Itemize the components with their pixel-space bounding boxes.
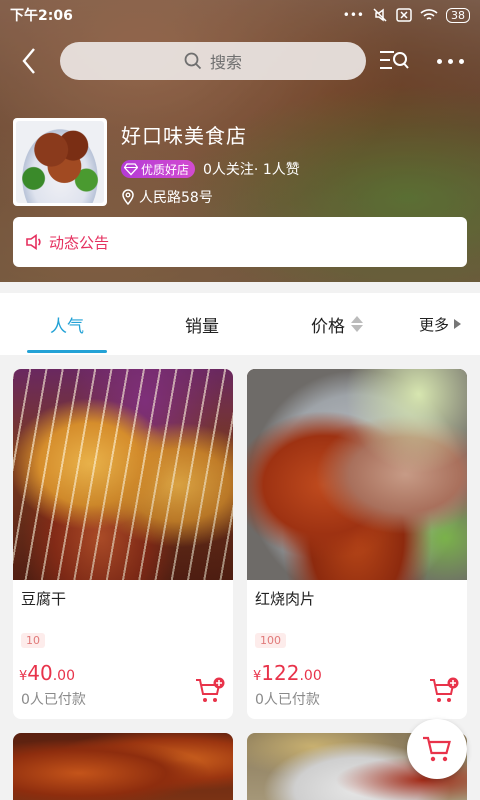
price-integer: 40 — [27, 661, 53, 685]
chevron-left-icon — [22, 48, 35, 74]
store-name: 好口味美食店 — [121, 124, 247, 148]
product-card[interactable]: 豆腐干 10 ¥40.00 0人已付款 — [13, 369, 233, 719]
notification-dots-icon: ••• — [342, 8, 364, 22]
shopping-cart-icon — [423, 736, 451, 762]
wifi-icon — [420, 9, 438, 20]
price-decimal: .00 — [52, 668, 75, 684]
tab-price-label: 价格 — [311, 316, 345, 337]
product-price: ¥40.00 — [19, 661, 75, 685]
more-dot-icon — [447, 58, 453, 64]
tab-popularity-label: 人气 — [50, 316, 84, 337]
search-bar[interactable]: 搜索 — [60, 42, 366, 80]
diamond-icon — [124, 163, 138, 176]
more-dot-icon — [458, 58, 464, 64]
mute-icon — [373, 8, 387, 22]
product-image — [247, 369, 467, 580]
active-tab-indicator — [27, 350, 107, 353]
location-pin-icon — [122, 189, 134, 205]
price-integer: 122 — [261, 661, 300, 685]
back-button[interactable] — [14, 44, 44, 78]
tab-more-label: 更多 — [418, 315, 449, 334]
battery-icon: 38 — [446, 7, 470, 23]
product-tag: 10 — [21, 633, 45, 648]
product-card[interactable] — [13, 733, 233, 800]
product-sold-count: 0人已付款 — [21, 692, 86, 708]
product-price: ¥122.00 — [253, 661, 322, 685]
product-tag: 100 — [255, 633, 286, 648]
add-to-cart-icon[interactable] — [429, 677, 459, 705]
tab-price[interactable]: 价格 — [297, 293, 377, 355]
store-thumbnail-image — [16, 121, 104, 203]
store-info-section: 好口味美食店 优质好店 0人关注· 1人赞 人民路58号 — [13, 118, 300, 207]
product-image — [13, 369, 233, 580]
search-placeholder: 搜索 — [209, 53, 242, 72]
triangle-right-icon — [454, 319, 461, 329]
tab-sales-label: 销量 — [185, 316, 219, 337]
store-follow-stats: 0人关注· 1人赞 — [203, 162, 300, 178]
product-card[interactable]: 红烧肉片 100 ¥122.00 0人已付款 — [247, 369, 467, 719]
tab-popularity[interactable]: 人气 — [27, 293, 107, 355]
quality-badge-label: 优质好店 — [141, 162, 190, 177]
store-address-text: 人民路58号 — [139, 190, 213, 206]
announcement-bar[interactable]: 动态公告 — [13, 217, 467, 267]
speaker-icon — [26, 234, 41, 250]
more-dot-icon — [436, 58, 442, 64]
sort-arrows-icon — [351, 316, 363, 332]
product-name: 豆腐干 — [21, 590, 67, 608]
more-options-button[interactable] — [430, 46, 470, 76]
product-sold-count: 0人已付款 — [255, 692, 320, 708]
tab-sales[interactable]: 销量 — [162, 293, 242, 355]
status-time: 下午2:06 — [10, 8, 73, 24]
store-address[interactable]: 人民路58号 — [121, 187, 300, 207]
product-image — [13, 733, 233, 800]
quality-store-badge: 优质好店 — [121, 160, 196, 178]
store-thumbnail[interactable] — [13, 118, 107, 206]
sim-card-icon — [396, 8, 412, 22]
status-bar: 下午2:06 ••• 38 — [0, 0, 480, 30]
search-icon — [184, 52, 202, 70]
category-search-button[interactable] — [378, 46, 410, 76]
announcement-label: 动态公告 — [49, 233, 110, 252]
price-decimal: .00 — [299, 668, 322, 684]
add-to-cart-icon[interactable] — [195, 677, 225, 705]
floating-cart-button[interactable] — [407, 719, 467, 779]
tab-more[interactable]: 更多 — [408, 293, 472, 355]
sort-tabs: 人气 销量 价格 更多 — [0, 293, 480, 355]
product-name: 红烧肉片 — [255, 590, 316, 608]
top-navbar: 搜索 — [0, 40, 480, 82]
list-search-icon — [380, 51, 409, 69]
